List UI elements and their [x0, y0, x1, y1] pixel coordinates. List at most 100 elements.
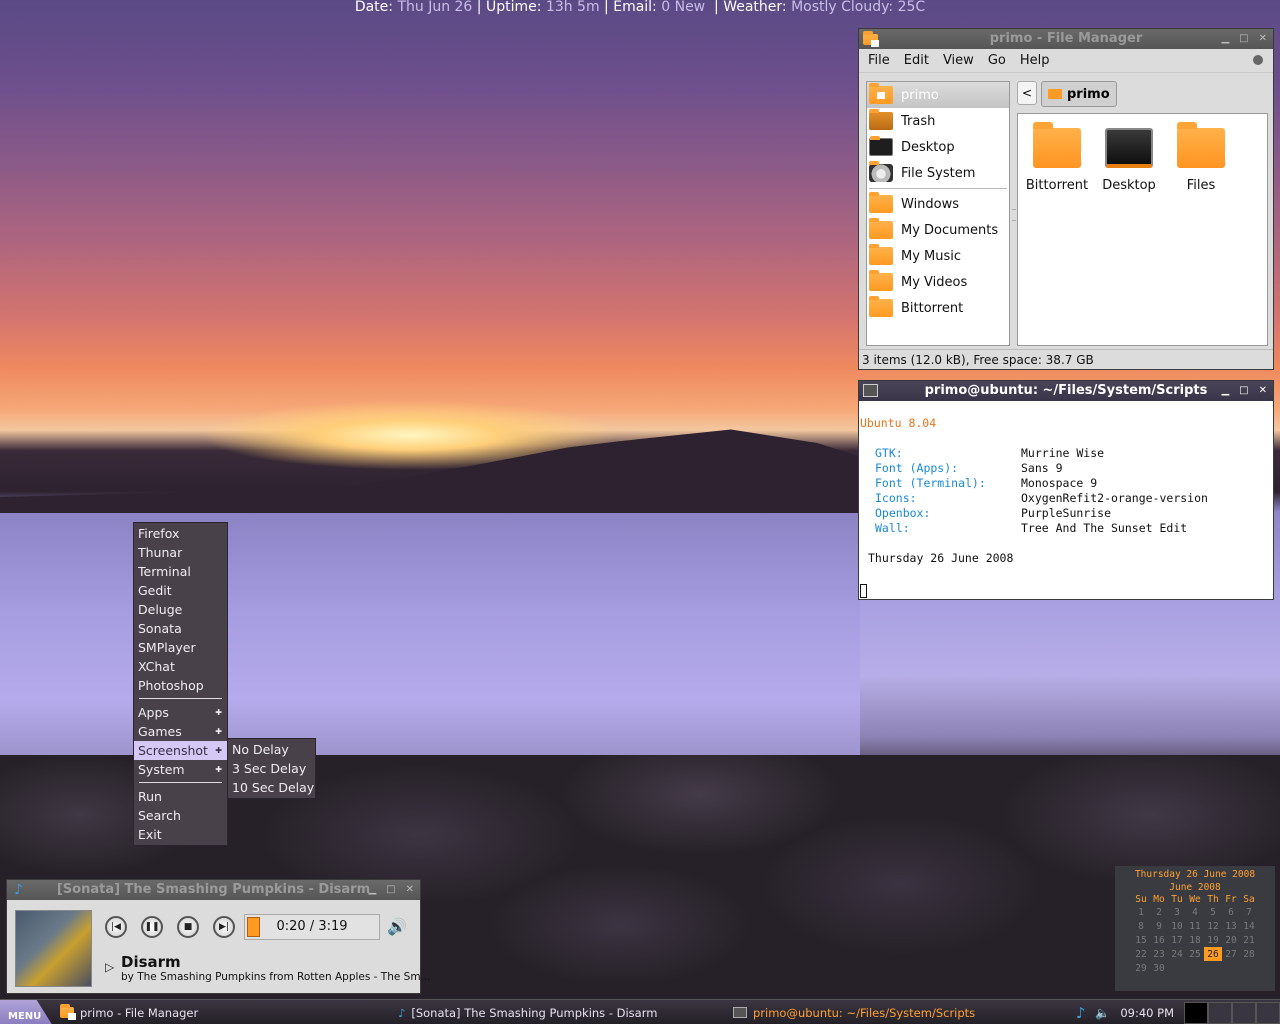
menu-view[interactable]: View	[943, 53, 974, 68]
back-button[interactable]: <	[1017, 81, 1037, 105]
menu-item-games[interactable]: Games ✚	[134, 722, 227, 741]
menu-item-apps[interactable]: Apps ✚	[134, 703, 227, 722]
menu-item-thunar[interactable]: Thunar	[134, 543, 227, 562]
info-value: Murrine Wise	[1021, 446, 1105, 460]
stop-button[interactable]: ■	[177, 916, 199, 938]
menu-label: Screenshot	[138, 743, 208, 758]
sidebar-item-desktop[interactable]: Desktop	[867, 134, 1009, 160]
close-button[interactable]: ✕	[1259, 381, 1267, 401]
menu-item-xchat[interactable]: XChat	[134, 657, 227, 676]
calendar-day: 23	[1153, 948, 1165, 960]
sidebar-item-my-videos[interactable]: My Videos	[867, 269, 1009, 295]
pane-splitter[interactable]	[1012, 209, 1016, 221]
sidebar-item-label: Windows	[901, 196, 960, 212]
info-key: Openbox:	[875, 506, 931, 520]
path-button-primo[interactable]: primo	[1041, 81, 1117, 107]
progress-bar[interactable]: 0:20 / 3:19	[244, 914, 380, 940]
maximize-button[interactable]: □	[386, 880, 395, 900]
file-item-files[interactable]: Files	[1165, 122, 1237, 193]
sonata-tray-icon[interactable]: ♪	[1076, 1004, 1086, 1022]
task-sonata[interactable]: ♪ [Sonata] The Smashing Pumpkins - Disarm	[398, 1000, 657, 1024]
workspace-2[interactable]	[1208, 1001, 1232, 1024]
workspace-3[interactable]	[1232, 1001, 1256, 1024]
close-button[interactable]: ✕	[1259, 29, 1267, 49]
window-title: [Sonata] The Smashing Pumpkins - Disarm	[56, 882, 371, 897]
sidebar-item-primo[interactable]: primo	[867, 82, 1009, 108]
menu-item-deluge[interactable]: Deluge	[134, 600, 227, 619]
sidebar-item-bittorrent[interactable]: Bittorrent	[867, 295, 1009, 321]
pause-button[interactable]: ❚❚	[141, 916, 163, 938]
info-value: Monospace 9	[1021, 476, 1098, 490]
menu-item-firefox[interactable]: Firefox	[134, 524, 227, 543]
menu-item-smplayer[interactable]: SMPlayer	[134, 638, 227, 657]
task-file-manager[interactable]: primo - File Manager	[60, 1000, 198, 1024]
uptime-value: 13h 5m	[545, 0, 600, 15]
weekday-header: We	[1189, 894, 1201, 905]
volume-tray-icon[interactable]: 🔈	[1095, 1006, 1110, 1020]
menu-item-system[interactable]: System ✚	[134, 760, 227, 779]
file-manager-titlebar[interactable]: primo - File Manager ▁ □ ✕	[859, 29, 1273, 49]
album-cover[interactable]	[15, 910, 92, 987]
sonata-titlebar[interactable]: ♪ [Sonata] The Smashing Pumpkins - Disar…	[7, 880, 420, 900]
workspace-1[interactable]	[1184, 1001, 1208, 1024]
calendar-day: 10	[1171, 920, 1183, 932]
file-manager-window: primo - File Manager ▁ □ ✕ File Edit View …	[858, 28, 1274, 370]
menu-label: Games	[138, 724, 182, 739]
minimize-button[interactable]: ▁	[1221, 29, 1229, 49]
menu-help[interactable]: Help	[1020, 53, 1050, 68]
sidebar-item-windows[interactable]: Windows	[867, 191, 1009, 217]
calendar-day: 13	[1225, 920, 1237, 932]
calendar-day: 20	[1225, 934, 1237, 946]
minimize-button[interactable]: ▁	[1221, 381, 1229, 401]
file-item-bittorrent[interactable]: Bittorrent	[1021, 122, 1093, 193]
sidebar-item-file-system[interactable]: File System	[867, 160, 1009, 186]
file-icon-view: Bittorrent Desktop Files	[1017, 113, 1268, 346]
menu-go[interactable]: Go	[988, 53, 1006, 68]
menu-item-10-sec-delay[interactable]: 10 Sec Delay	[228, 778, 315, 797]
info-row: Wall: Tree And The Sunset Edit	[860, 521, 1273, 536]
minimize-button[interactable]: ▁	[368, 880, 376, 900]
weekday-header: Mo	[1153, 894, 1165, 905]
menu-button[interactable]: MENU	[0, 999, 52, 1024]
maximize-button[interactable]: □	[1239, 29, 1248, 49]
clock[interactable]: 09:40 PM	[1120, 1006, 1174, 1020]
calendar-week: 22 23 24 25 26 27 28	[1132, 947, 1258, 961]
menu-item-sonata[interactable]: Sonata	[134, 619, 227, 638]
calendar-week: 29 30	[1132, 961, 1258, 975]
volume-icon[interactable]: 🔊	[387, 917, 407, 936]
menu-item-screenshot[interactable]: Screenshot ✚	[134, 741, 227, 760]
file-label: Desktop	[1102, 178, 1156, 193]
menu-file[interactable]: File	[868, 53, 890, 68]
menu-item-exit[interactable]: Exit	[134, 825, 227, 844]
submenu-arrow-icon: ✚	[215, 746, 222, 755]
menu-item-no-delay[interactable]: No Delay	[228, 740, 315, 759]
menu-item-3-sec-delay[interactable]: 3 Sec Delay	[228, 759, 315, 778]
window-title: primo@ubuntu: ~/Files/System/Scripts	[924, 383, 1208, 398]
menu-item-run[interactable]: Run	[134, 787, 227, 806]
menu-item-terminal[interactable]: Terminal	[134, 562, 227, 581]
terminal-output[interactable]: Ubuntu 8.04 GTK: Murrine Wise Font (Apps)…	[859, 401, 1273, 600]
info-value: Tree And The Sunset Edit	[1021, 521, 1188, 535]
next-button[interactable]: ▶|	[213, 916, 235, 938]
previous-button[interactable]: |◀	[105, 916, 127, 938]
close-button[interactable]: ✕	[406, 880, 414, 900]
calendar-day: 17	[1171, 934, 1183, 946]
menu-edit[interactable]: Edit	[904, 53, 929, 68]
weekday-header: Fr	[1225, 894, 1237, 905]
terminal-titlebar[interactable]: primo@ubuntu: ~/Files/System/Scripts ▁ □ ✕	[859, 381, 1273, 401]
menu-item-gedit[interactable]: Gedit	[134, 581, 227, 600]
calendar-full-date: Thursday 26 June 2008	[1134, 869, 1256, 880]
sidebar-item-trash[interactable]: Trash	[867, 108, 1009, 134]
maximize-button[interactable]: □	[1239, 381, 1248, 401]
menu-item-photoshop[interactable]: Photoshop	[134, 676, 227, 695]
file-item-desktop[interactable]: Desktop	[1093, 124, 1165, 193]
menu-label: System	[138, 762, 185, 777]
sidebar-item-my-music[interactable]: My Music	[867, 243, 1009, 269]
task-terminal[interactable]: primo@ubuntu: ~/Files/System/Scripts	[733, 1000, 975, 1024]
menu-item-search[interactable]: Search	[134, 806, 227, 825]
sidebar-item-my-documents[interactable]: My Documents	[867, 217, 1009, 243]
path-label: primo	[1067, 86, 1110, 102]
info-key: GTK:	[875, 446, 903, 460]
workspace-4[interactable]	[1256, 1001, 1280, 1024]
expander-arrow-icon[interactable]: ▷	[105, 960, 114, 974]
